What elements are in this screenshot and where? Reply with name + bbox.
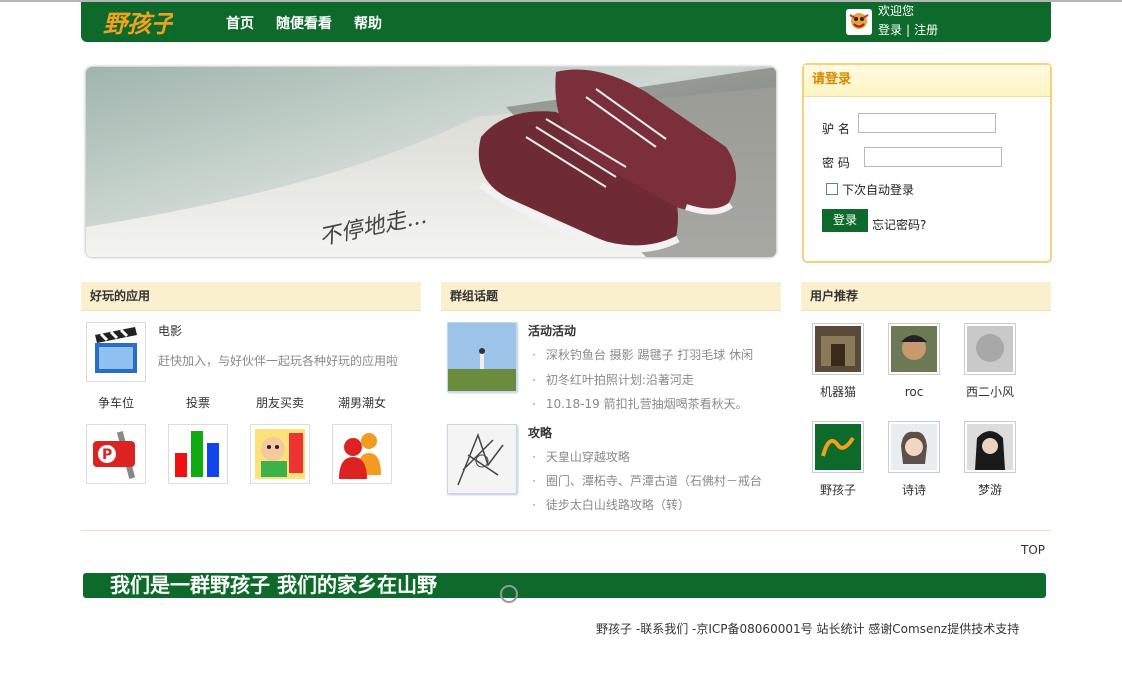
fashion-app-icon[interactable] <box>332 424 392 484</box>
user-name[interactable]: 西二小风 <box>955 383 1025 400</box>
movie-app-desc: 赶快加入，与好伙伴一起玩各种好玩的应用啦 <box>158 354 399 368</box>
username-label: 驴 名 <box>822 122 850 136</box>
group-thumb-activities[interactable] <box>447 322 517 392</box>
login-panel: 请登录 驴 名 密 码 下次自动登录 登录 忘记密码? <box>802 63 1052 263</box>
link-separator: | <box>906 23 911 37</box>
avatar-photo <box>967 424 1013 470</box>
user-avatar-yehaizi[interactable] <box>812 421 864 473</box>
footer-divider <box>81 530 1051 531</box>
movie-app-icon[interactable] <box>86 322 146 382</box>
group-thumb-guides[interactable] <box>447 424 517 494</box>
user-avatar-shishi[interactable] <box>888 421 940 473</box>
group-name-guides[interactable]: 攻略 <box>528 424 552 441</box>
auth-links: 登录 | 注册 <box>878 21 938 38</box>
guest-avatar <box>846 9 872 35</box>
back-to-top-link[interactable]: TOP <box>1021 543 1045 557</box>
user-avatar-xierxiaofeng[interactable] <box>964 323 1016 375</box>
topic-item[interactable]: · 10.18-19 箭扣扎营抽烟喝茶看秋天。 <box>532 395 748 412</box>
slogan-banner: 我们是一群野孩子 我们的家乡在山野 <box>83 573 1046 598</box>
avatar-photo <box>891 424 937 470</box>
app-label-vote[interactable]: 投票 <box>186 394 210 411</box>
slogan-circle-icon <box>500 585 518 603</box>
groups-section-title: 群组话题 <box>441 282 781 311</box>
remember-checkbox[interactable] <box>826 183 838 195</box>
field-photo <box>448 323 516 391</box>
avatar-photo <box>815 424 861 470</box>
app-label-fashion[interactable]: 潮男潮女 <box>338 394 386 411</box>
user-name[interactable]: 机器猫 <box>803 383 873 400</box>
user-name[interactable]: 诗诗 <box>879 481 949 498</box>
clapperboard-icon <box>95 327 137 373</box>
header-register-link[interactable]: 注册 <box>914 23 938 37</box>
footer-contact-link[interactable]: 联系我们 <box>640 622 688 636</box>
apps-section-title: 好玩的应用 <box>81 282 421 311</box>
movie-app-name[interactable]: 电影 <box>158 322 182 339</box>
footer-site-name[interactable]: 野孩子 <box>596 622 632 636</box>
nav-home[interactable]: 首页 <box>226 13 254 33</box>
site-header: 野孩子 首页 随便看看 帮助 欢迎您 登录 | 注册 <box>81 2 1051 42</box>
topic-item[interactable]: · 徒步太白山线路攻略（转） <box>532 496 690 513</box>
footer-icp-link[interactable]: 京ICP备08060001号 <box>696 622 812 636</box>
vote-app-icon[interactable] <box>168 424 228 484</box>
trade-app-icon[interactable] <box>250 424 310 484</box>
topic-item[interactable]: · 天皇山穿越攻略 <box>532 448 630 465</box>
header-login-link[interactable]: 登录 <box>878 23 902 37</box>
topic-item[interactable]: · 初冬红叶拍照计划:沿著河走 <box>532 371 694 388</box>
username-input[interactable] <box>858 113 996 133</box>
user-name[interactable]: roc <box>879 385 949 399</box>
user-avatar-robot-cat[interactable] <box>812 323 864 375</box>
app-label-parking[interactable]: 争车位 <box>98 394 134 411</box>
app-label-trade[interactable]: 朋友买卖 <box>256 394 304 411</box>
avatar-photo <box>967 326 1013 372</box>
main-nav: 首页 随便看看 帮助 <box>226 13 404 33</box>
friends-trade-icon <box>255 429 305 479</box>
avatar-photo <box>891 326 937 372</box>
sketch-photo <box>448 425 516 493</box>
logo-text: 野孩子 <box>103 9 173 38</box>
welcome-text: 欢迎您 <box>878 4 915 18</box>
password-input[interactable] <box>864 147 1002 167</box>
user-avatar-mengyou[interactable] <box>964 421 1016 473</box>
parking-sign-icon: P <box>93 431 136 479</box>
user-name[interactable]: 野孩子 <box>803 481 873 498</box>
topic-item[interactable]: · 圈门、潭柘寺、芦潭古道（石佛村－戒台 <box>532 472 762 489</box>
group-name-activities[interactable]: 活动活动 <box>528 322 576 339</box>
users-section-title: 用户推荐 <box>801 282 1051 311</box>
nav-help[interactable]: 帮助 <box>354 13 382 33</box>
hero-banner: 不停地走... <box>86 67 776 257</box>
footer-credit-link[interactable]: 感谢Comsenz提供技术支持 <box>868 622 1019 636</box>
login-submit-button[interactable]: 登录 <box>822 209 868 232</box>
password-label: 密 码 <box>822 156 850 170</box>
banner-image: 不停地走... <box>86 67 776 257</box>
footer-stats-link[interactable]: 站长统计 <box>816 622 864 636</box>
remember-label[interactable]: 下次自动登录 <box>842 181 914 198</box>
guest-avatar-icon <box>846 9 872 35</box>
parking-app-icon[interactable]: P <box>86 424 146 484</box>
forgot-password-link[interactable]: 忘记密码? <box>872 216 926 233</box>
bar-chart-icon <box>175 431 219 477</box>
footer-links: 野孩子 -联系我们 -京ICP备08060001号 站长统计 感谢Comsenz… <box>596 620 1019 637</box>
avatar-photo <box>815 326 861 372</box>
svg-text:P: P <box>102 447 112 463</box>
user-name[interactable]: 梦游 <box>955 481 1025 498</box>
site-logo[interactable]: 野孩子 <box>101 4 173 40</box>
nav-browse[interactable]: 随便看看 <box>276 13 332 33</box>
login-title: 请登录 <box>804 65 1050 97</box>
people-icon <box>339 433 381 479</box>
user-avatar-roc[interactable] <box>888 323 940 375</box>
topic-item[interactable]: · 深秋钓鱼台 摄影 踢毽子 打羽毛球 休闲 <box>532 346 753 363</box>
